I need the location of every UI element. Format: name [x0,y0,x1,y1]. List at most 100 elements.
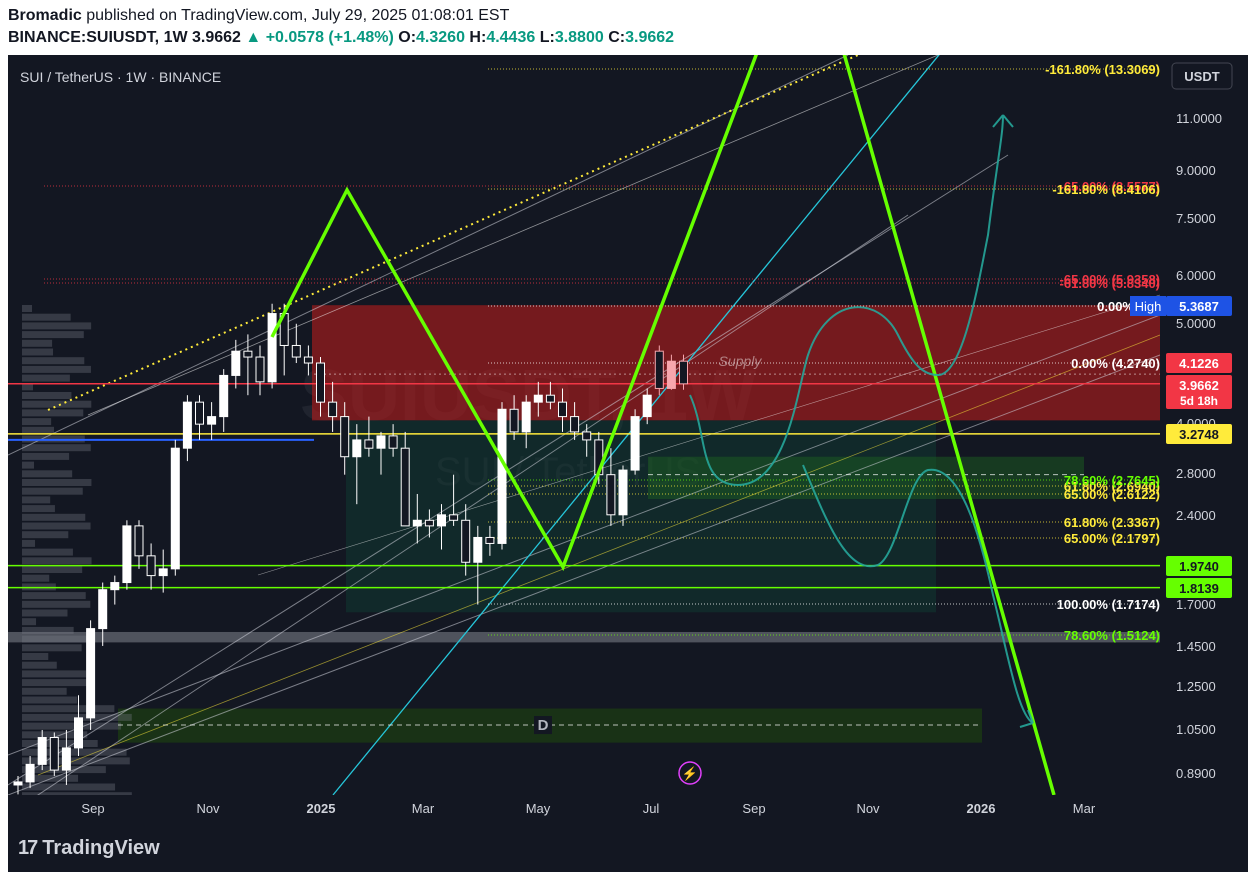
candle-body [316,362,325,403]
price-label: 4.1226 [1179,356,1219,371]
volume-profile-bar [22,505,55,513]
price-label: 5.3687 [1179,299,1219,314]
volume-profile-bar [22,566,83,573]
open-value: 4.3260 [416,29,465,46]
candle-body [437,514,446,527]
candle-body [376,435,386,449]
x-tick-label: Jul [643,801,660,816]
candle-body [570,416,580,433]
fib-label: 0.00% (4.2740) [1071,356,1160,371]
fib-label: 100.00% (1.7174) [1057,597,1160,612]
volume-profile-bar [22,339,53,347]
volume-profile-bar [22,592,86,600]
volume-profile-bar [22,600,91,608]
candle-body [533,394,543,403]
fib-label: 65.00% (2.1797) [1064,531,1160,546]
chart-svg[interactable]: SUIUSDT, 1WSUI / TetherUS ⚡ SupplyD-161.… [8,55,1248,827]
volume-profile-bar [22,522,91,530]
candle-body [61,747,71,771]
volume-profile-bar [22,470,73,478]
volume-profile-bar [22,687,67,695]
publish-line: Bromadic published on TradingView.com, J… [8,7,509,25]
volume-profile-bar [22,548,73,556]
candle-body [340,416,350,458]
candle-body [618,469,628,516]
candle-body [352,439,362,458]
candle-body [485,536,495,544]
candle-body [424,519,434,527]
high-label: H: [469,29,487,46]
supply-label: Supply [719,353,763,369]
d-label: D [538,717,549,734]
volume-profile-bar [22,400,92,408]
volume-profile-bar [22,748,127,756]
volume-profile-bar [22,322,92,330]
volume-profile-bar [22,740,98,747]
price-label: 1.9740 [1179,559,1219,574]
y-tick-label: 0.8900 [1176,766,1216,781]
candle-body [74,717,83,749]
candle-body [13,781,23,786]
x-tick-label: Sep [81,801,104,816]
candle-body [412,519,422,527]
volume-profile-bar [22,374,70,382]
low-label: L: [539,29,555,46]
volume-profile-bar [22,635,92,643]
price-label: 1.8139 [1179,581,1219,596]
chart-frame[interactable]: SUIUSDT, 1WSUI / TetherUS ⚡ SupplyD-161.… [8,55,1248,827]
fib-label: 61.80% (2.3367) [1064,515,1160,530]
fib-label: -161.80% (8.4106) [1052,182,1160,197]
candle-body [243,350,253,358]
candle-body [449,514,459,521]
low-value: 3.8800 [554,29,604,46]
candle-body [582,431,592,441]
high-tag: High [1135,299,1162,314]
volume-profile-bar [22,348,54,356]
x-tick-label: Mar [412,801,435,816]
candle-body [328,401,338,418]
chart-title: SUI / TetherUS · 1W · BINANCE [20,69,221,85]
x-tick-label: May [526,801,551,816]
volume-profile-bar [22,626,74,634]
volume-profile-bar [22,426,54,434]
tv-logo-icon: 17 [18,837,38,859]
y-tick-label: 1.7000 [1176,597,1216,612]
volume-profile-bar [22,479,92,486]
volume-profile-bar [22,696,78,704]
fib-label: -161.80% (13.3069) [1045,62,1160,77]
grey-band [8,631,1160,643]
volume-profile-bar [22,679,91,687]
candle-body [255,356,265,383]
volume-profile-bar [22,609,68,617]
candle-body [642,394,652,418]
y-tick-label: 11.0000 [1176,111,1222,126]
candle-body [195,401,204,425]
candle-body [400,447,410,527]
tradingview-logo[interactable]: 17 TradingView [18,837,160,860]
volume-profile-bar [22,418,52,426]
price-change: +0.0578 (+1.48%) [265,29,394,46]
y-tick-label: 2.4000 [1176,508,1216,523]
volume-profile-bar [22,653,49,660]
candle-body [170,447,180,570]
close-label: C: [608,29,626,46]
volume-profile-bar [22,461,35,469]
candle-body [679,360,688,385]
price-label: 3.2748 [1179,427,1219,442]
x-tick-label: Mar [1073,801,1096,816]
x-tick-label: Nov [856,801,880,816]
y-tick-label: 6.0000 [1176,268,1216,283]
volume-profile-bar [22,496,51,504]
volume-profile-bar [22,670,87,678]
countdown-label: 5d 18h [1180,394,1218,408]
candle-body [182,401,192,449]
y-tick-label: 1.4500 [1176,639,1216,654]
published-text: published on TradingView.com, July 29, 2… [86,7,510,24]
candle-body [110,582,120,591]
x-tick-label: 2026 [967,801,996,816]
candle-body [158,568,168,577]
volume-profile-bar [22,313,71,321]
candle-body [497,408,507,544]
volume-profile-bar [22,452,70,460]
volume-profile-bar [22,305,32,312]
